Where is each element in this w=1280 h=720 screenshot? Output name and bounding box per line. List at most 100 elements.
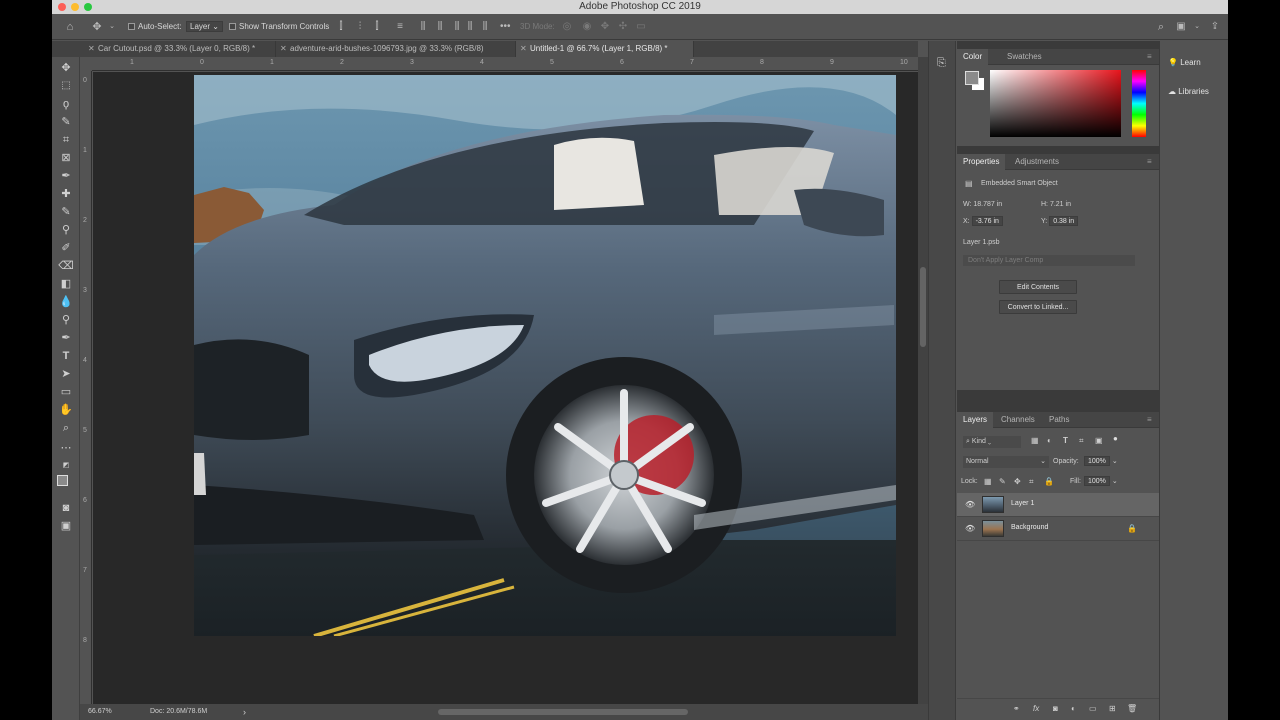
edit-toolbar-icon[interactable]: ⋯	[58, 441, 74, 455]
opacity-value[interactable]: 100%	[1084, 456, 1110, 466]
filter-shape-icon[interactable]: ⌗	[1079, 436, 1084, 446]
auto-select-checkbox[interactable]: Auto-Select:	[128, 21, 182, 33]
pen-tool-icon[interactable]: ✒	[58, 331, 74, 345]
tab-layers[interactable]: Layers	[957, 412, 994, 428]
filter-smart-object-icon[interactable]: ▣	[1095, 436, 1103, 445]
tab-adventure-arid-bushes[interactable]: ✕ adventure-arid-bushes-1096793.jpg @ 33…	[276, 41, 516, 57]
filter-toggle-icon[interactable]: ●	[1113, 434, 1118, 443]
hue-slider[interactable]	[1132, 70, 1146, 137]
lasso-tool-icon[interactable]: ϙ	[58, 97, 74, 111]
horizontal-scroll-thumb[interactable]	[438, 709, 688, 715]
home-icon[interactable]: ⌂	[65, 22, 75, 33]
search-icon[interactable]: ⌕	[1156, 22, 1166, 33]
hand-tool-icon[interactable]: ✋	[58, 403, 74, 417]
visibility-eye-icon[interactable]: 👁	[965, 501, 975, 509]
y-value[interactable]: 0.38 in	[1049, 216, 1079, 226]
lock-image-icon[interactable]: ✎	[999, 477, 1006, 486]
distribute-left-icon[interactable]: ⫼	[465, 22, 475, 32]
eyedropper-tool-icon[interactable]: ✒	[58, 169, 74, 183]
canvas-area[interactable]	[93, 72, 918, 704]
brush-tool-icon[interactable]: ✎	[58, 205, 74, 219]
filter-pixel-icon[interactable]: ▦	[1031, 436, 1039, 445]
new-group-icon[interactable]: ▭	[1089, 704, 1097, 713]
close-window-button[interactable]	[58, 3, 66, 11]
auto-select-target-select[interactable]: Layer ⌄	[186, 21, 223, 33]
minimize-window-button[interactable]	[71, 3, 79, 11]
crop-tool-icon[interactable]: ⌗	[58, 133, 74, 147]
panel-menu-icon[interactable]: ≡	[1147, 53, 1155, 61]
layer-row-background[interactable]: 👁 Background 🔒	[957, 517, 1159, 541]
layer-name[interactable]: Layer 1	[1011, 500, 1034, 507]
chevron-down-icon[interactable]: ⌄	[107, 22, 117, 32]
fill-field[interactable]: 100% ⌄	[1084, 476, 1118, 486]
more-options-icon[interactable]: •••	[500, 22, 511, 32]
close-tab-icon[interactable]: ✕	[88, 41, 95, 57]
rectangle-tool-icon[interactable]: ▭	[58, 385, 74, 399]
share-icon[interactable]: ⇪	[1210, 22, 1220, 32]
workspace-icon[interactable]: ▣	[1176, 22, 1186, 32]
panel-menu-icon[interactable]: ≡	[1147, 158, 1155, 166]
layer-comp-select[interactable]: Don't Apply Layer Comp	[963, 255, 1135, 266]
3d-scale-icon[interactable]: ▭	[636, 22, 646, 32]
lock-transparent-icon[interactable]: ▦	[984, 477, 992, 486]
3d-slide-icon[interactable]: ✣	[618, 22, 628, 32]
tab-properties[interactable]: Properties	[957, 154, 1006, 170]
tab-paths[interactable]: Paths	[1043, 412, 1075, 428]
3d-orbit-icon[interactable]: ◎	[562, 22, 572, 32]
history-brush-tool-icon[interactable]: ✐	[58, 241, 74, 255]
align-right-icon[interactable]: ⫿	[372, 22, 382, 32]
layer-row-layer-1[interactable]: 👁 Layer 1	[957, 493, 1159, 517]
path-selection-tool-icon[interactable]: ➤	[58, 367, 74, 381]
quick-mask-icon[interactable]: ◙	[58, 501, 74, 515]
tab-untitled-1[interactable]: ✕ Untitled-1 @ 66.7% (Layer 1, RGB/8) *	[516, 41, 694, 57]
color-foreground-swatch[interactable]	[965, 71, 979, 85]
move-tool-icon[interactable]: ✥	[92, 22, 102, 33]
history-panel-icon[interactable]: ⎘	[937, 57, 946, 70]
workspace-chevron-icon[interactable]: ⌄	[1192, 22, 1202, 32]
eraser-tool-icon[interactable]: ⌫	[58, 259, 74, 273]
show-transform-checkbox[interactable]: Show Transform Controls	[229, 21, 329, 33]
close-tab-icon[interactable]: ✕	[280, 41, 287, 57]
adjustment-layer-icon[interactable]: ◐	[1071, 704, 1076, 713]
auto-select-check[interactable]	[128, 23, 135, 30]
distribute-bottom-icon[interactable]: ⫼	[452, 22, 462, 32]
clone-stamp-tool-icon[interactable]: ⚲	[58, 223, 74, 237]
blend-mode-select[interactable]: Normal ⌄	[963, 456, 1049, 468]
lock-position-icon[interactable]: ✥	[1014, 477, 1021, 486]
color-field[interactable]	[990, 70, 1121, 137]
edit-contents-button[interactable]: Edit Contents	[999, 280, 1077, 294]
marquee-tool-icon[interactable]: ⬚	[58, 79, 74, 93]
learn-panel-button[interactable]: 💡 Learn	[1168, 58, 1201, 67]
type-tool-icon[interactable]: T	[58, 349, 74, 363]
zoom-level[interactable]: 66.67%	[88, 704, 112, 720]
opacity-field[interactable]: 100% ⌄	[1084, 456, 1118, 466]
show-transform-check[interactable]	[229, 23, 236, 30]
gradient-tool-icon[interactable]: ◧	[58, 277, 74, 291]
layer-filter-select[interactable]: ⌕ Kind ⌄	[963, 436, 1021, 448]
panel-menu-icon[interactable]: ≡	[1147, 416, 1155, 424]
add-mask-icon[interactable]: ◙	[1053, 704, 1058, 713]
document-image[interactable]	[194, 75, 896, 636]
libraries-panel-button[interactable]: ☁ Libraries	[1168, 87, 1209, 96]
distribute-center-icon[interactable]: ⫼	[435, 22, 445, 32]
vertical-scrollbar[interactable]	[918, 57, 928, 704]
tab-adjustments[interactable]: Adjustments	[1009, 154, 1065, 170]
close-tab-icon[interactable]: ✕	[520, 41, 527, 57]
h-value[interactable]: 7.21 in	[1050, 201, 1071, 208]
tab-color[interactable]: Color	[957, 49, 989, 65]
align-top-icon[interactable]: ≡	[395, 22, 405, 32]
zoom-window-button[interactable]	[84, 3, 92, 11]
screen-mode-icon[interactable]: ▣	[58, 519, 74, 533]
delete-layer-icon[interactable]: 🗑	[1127, 704, 1137, 713]
fill-value[interactable]: 100%	[1084, 476, 1110, 486]
filter-type-icon[interactable]: T	[1063, 436, 1068, 445]
visibility-eye-icon[interactable]: 👁	[965, 525, 975, 533]
distribute-top-icon[interactable]: ⫼	[418, 22, 428, 32]
distribute-right-icon[interactable]: ⫼	[480, 22, 490, 32]
align-left-icon[interactable]: ⫿	[336, 22, 346, 32]
healing-brush-tool-icon[interactable]: ✚	[58, 187, 74, 201]
move-tool-icon[interactable]: ✥	[58, 61, 74, 75]
quick-select-tool-icon[interactable]: ✎	[58, 115, 74, 129]
foreground-color-swatch[interactable]	[57, 475, 68, 486]
lock-artboard-icon[interactable]: ⌗	[1029, 477, 1034, 487]
